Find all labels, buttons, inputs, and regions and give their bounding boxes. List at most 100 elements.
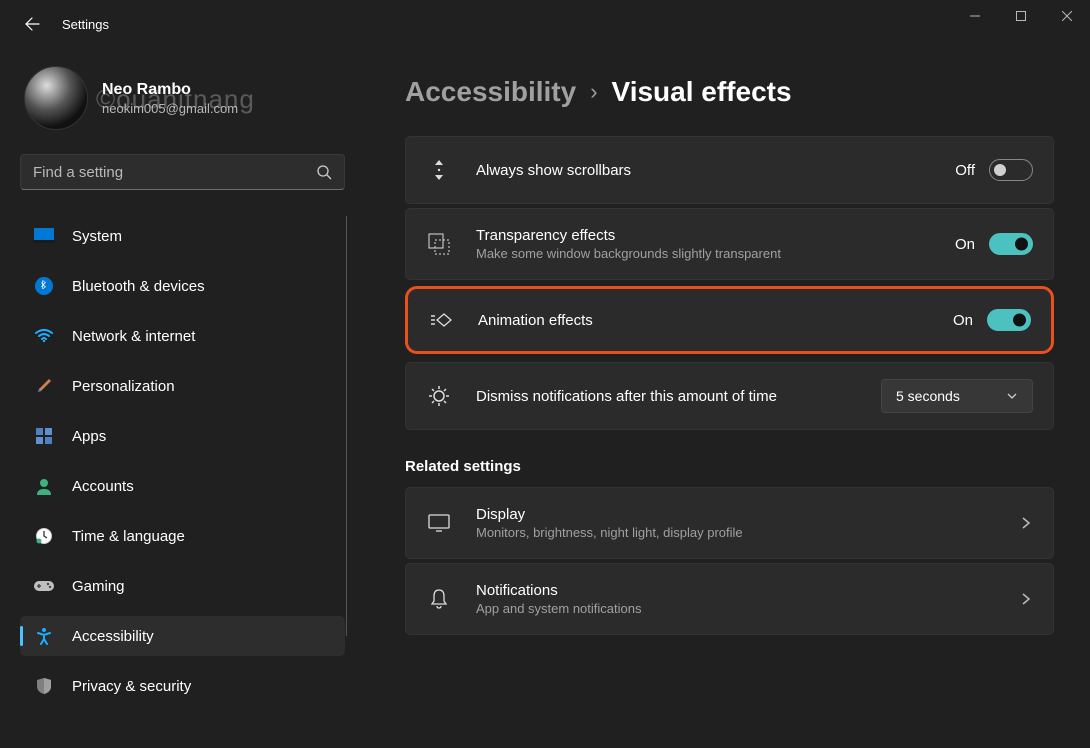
user-name: Neo Rambo	[102, 81, 238, 99]
toggle-state-label: On	[953, 312, 973, 329]
user-info: Neo Rambo neokim005@gmail.com	[102, 81, 238, 116]
sidebar-item-system[interactable]: System	[20, 216, 345, 256]
setting-control: On	[955, 233, 1033, 255]
setting-control: On	[953, 309, 1031, 331]
settings-window: Settings Neo Rambo neokim005@gmail.com ©	[0, 0, 1090, 748]
toggle-state-label: Off	[955, 162, 975, 179]
related-notifications[interactable]: Notifications App and system notificatio…	[405, 563, 1054, 635]
sidebar-item-label: Time & language	[72, 528, 185, 545]
sidebar-item-label: Apps	[72, 428, 106, 445]
nav-list: System Bluetooth & devices Network & int…	[20, 216, 345, 706]
shield-icon	[34, 676, 54, 696]
chevron-right-icon	[1019, 592, 1033, 606]
accessibility-icon	[34, 626, 54, 646]
setting-title: Animation effects	[478, 312, 953, 329]
page-title: Visual effects	[612, 76, 792, 108]
maximize-button[interactable]	[998, 0, 1044, 32]
setting-text: Transparency effects Make some window ba…	[476, 227, 955, 261]
sidebar-item-privacy[interactable]: Privacy & security	[20, 666, 345, 706]
sidebar-item-label: System	[72, 228, 122, 245]
sidebar-item-label: Bluetooth & devices	[72, 278, 205, 295]
animation-setting[interactable]: Animation effects On	[405, 286, 1054, 354]
related-settings-header: Related settings	[405, 458, 1054, 475]
setting-title: Display	[476, 506, 1019, 523]
user-email: neokim005@gmail.com	[102, 101, 238, 116]
animation-icon	[428, 310, 454, 330]
setting-subtitle: Make some window backgrounds slightly tr…	[476, 246, 796, 261]
setting-title: Always show scrollbars	[476, 162, 955, 179]
system-icon	[34, 226, 54, 246]
sidebar: Neo Rambo neokim005@gmail.com ©ouänitnan…	[0, 48, 355, 748]
titlebar: Settings	[0, 0, 1090, 48]
transparency-toggle[interactable]	[989, 233, 1033, 255]
brush-icon	[34, 376, 54, 396]
setting-title: Dismiss notifications after this amount …	[476, 388, 881, 405]
close-button[interactable]	[1044, 0, 1090, 32]
sidebar-item-label: Accounts	[72, 478, 134, 495]
chevron-down-icon	[1006, 390, 1018, 402]
sidebar-item-label: Gaming	[72, 578, 125, 595]
dropdown-value: 5 seconds	[896, 388, 960, 404]
setting-subtitle: Monitors, brightness, night light, displ…	[476, 525, 1019, 540]
setting-text: Dismiss notifications after this amount …	[476, 388, 881, 405]
bell-icon	[426, 588, 452, 610]
person-icon	[34, 476, 54, 496]
sidebar-item-personalization[interactable]: Personalization	[20, 366, 345, 406]
nav-divider	[346, 216, 347, 636]
search-icon	[316, 164, 332, 180]
sidebar-item-label: Personalization	[72, 378, 175, 395]
sidebar-item-accessibility[interactable]: Accessibility	[20, 616, 345, 656]
layout: Neo Rambo neokim005@gmail.com ©ouänitnan…	[0, 48, 1090, 748]
minimize-button[interactable]	[952, 0, 998, 32]
avatar	[24, 66, 88, 130]
scrollbars-setting[interactable]: Always show scrollbars Off	[405, 136, 1054, 204]
close-icon	[1062, 11, 1072, 21]
bluetooth-icon	[34, 276, 54, 296]
gaming-icon	[34, 576, 54, 596]
setting-text: Notifications App and system notificatio…	[476, 582, 1019, 616]
app-title: Settings	[62, 17, 109, 32]
apps-icon	[34, 426, 54, 446]
chevron-right-icon: ›	[590, 79, 597, 105]
display-icon	[426, 514, 452, 532]
sidebar-item-bluetooth[interactable]: Bluetooth & devices	[20, 266, 345, 306]
transparency-setting[interactable]: Transparency effects Make some window ba…	[405, 208, 1054, 280]
breadcrumb-parent[interactable]: Accessibility	[405, 76, 576, 108]
scrollbars-toggle[interactable]	[989, 159, 1033, 181]
sidebar-item-network[interactable]: Network & internet	[20, 316, 345, 356]
setting-control: 5 seconds	[881, 379, 1033, 413]
main-content: Accessibility › Visual effects Always sh…	[355, 48, 1090, 748]
related-display[interactable]: Display Monitors, brightness, night ligh…	[405, 487, 1054, 559]
brightness-icon	[426, 384, 452, 408]
search-input[interactable]	[33, 164, 316, 181]
dismiss-time-setting[interactable]: Dismiss notifications after this amount …	[405, 362, 1054, 430]
clock-icon	[34, 526, 54, 546]
setting-text: Always show scrollbars	[476, 162, 955, 179]
sidebar-item-label: Privacy & security	[72, 678, 191, 695]
setting-text: Display Monitors, brightness, night ligh…	[476, 506, 1019, 540]
sidebar-item-label: Accessibility	[72, 628, 154, 645]
transparency-icon	[426, 233, 452, 255]
setting-text: Animation effects	[478, 312, 953, 329]
setting-title: Transparency effects	[476, 227, 955, 244]
minimize-icon	[970, 11, 980, 21]
wifi-icon	[34, 326, 54, 346]
user-block[interactable]: Neo Rambo neokim005@gmail.com	[24, 66, 345, 130]
search-box[interactable]	[20, 154, 345, 190]
maximize-icon	[1016, 11, 1026, 21]
toggle-state-label: On	[955, 236, 975, 253]
sidebar-item-apps[interactable]: Apps	[20, 416, 345, 456]
animation-toggle[interactable]	[987, 309, 1031, 331]
back-button[interactable]	[18, 10, 46, 38]
window-controls	[952, 0, 1090, 32]
dismiss-time-dropdown[interactable]: 5 seconds	[881, 379, 1033, 413]
sidebar-item-time[interactable]: Time & language	[20, 516, 345, 556]
scrollbars-icon	[426, 158, 452, 182]
sidebar-item-accounts[interactable]: Accounts	[20, 466, 345, 506]
setting-control: Off	[955, 159, 1033, 181]
sidebar-item-gaming[interactable]: Gaming	[20, 566, 345, 606]
breadcrumb: Accessibility › Visual effects	[405, 76, 1054, 108]
setting-subtitle: App and system notifications	[476, 601, 1019, 616]
chevron-right-icon	[1019, 516, 1033, 530]
back-arrow-icon	[24, 16, 40, 32]
